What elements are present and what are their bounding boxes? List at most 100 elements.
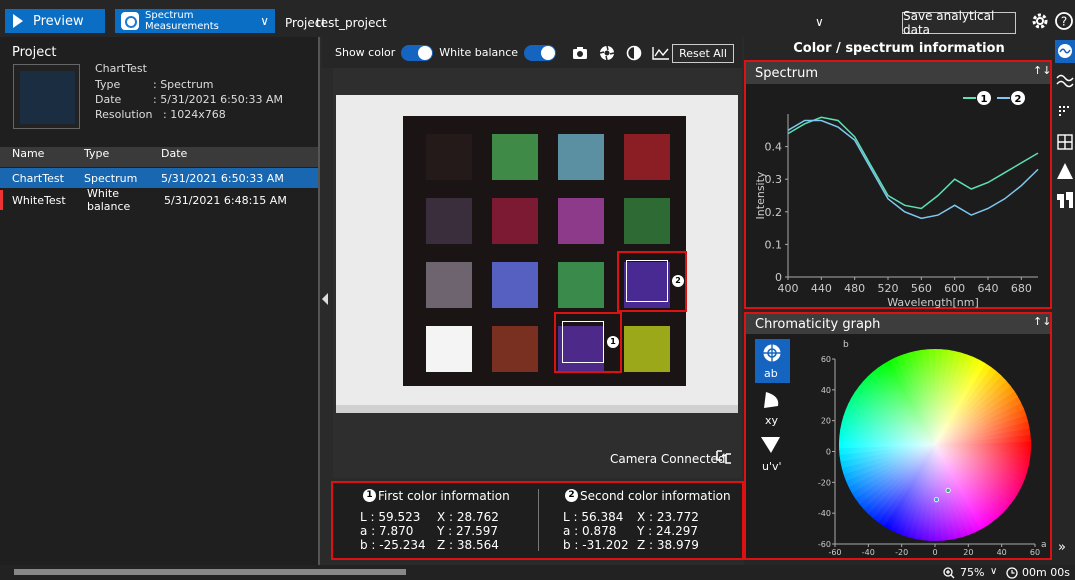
ab-label: ab xyxy=(764,367,778,380)
first-b: b : -25.234 xyxy=(360,538,426,552)
row-date: 5/31/2021 6:48:15 AM xyxy=(164,193,287,207)
color-patch xyxy=(426,134,472,180)
grid-compare-icon[interactable] xyxy=(1057,134,1073,150)
gear-icon[interactable] xyxy=(1030,11,1050,31)
legend-label: 1 xyxy=(981,94,988,105)
column-header-name[interactable]: Name xyxy=(0,147,72,167)
row-name: WhiteTest xyxy=(12,193,66,207)
help-icon[interactable]: ? xyxy=(1054,11,1074,31)
project-info-resolution: : 1024x768 xyxy=(163,108,226,121)
camera-icon[interactable] xyxy=(572,46,588,60)
aperture-icon[interactable] xyxy=(599,45,615,61)
sort-icon[interactable]: ↑↓ xyxy=(1033,315,1051,328)
x-tick-label: 20 xyxy=(963,548,973,557)
y-tick-label: -20 xyxy=(818,478,831,487)
mode-select[interactable]: Spectrum Measurements ∨ xyxy=(115,9,275,33)
clock-icon xyxy=(1006,567,1018,579)
play-icon xyxy=(13,14,23,28)
color-patch xyxy=(492,198,538,244)
x-tick-label: 600 xyxy=(944,282,965,295)
first-L: L : 59.523 xyxy=(360,510,421,524)
color-patch xyxy=(426,198,472,244)
table-row[interactable]: WhiteTest White balance 5/31/2021 6:48:1… xyxy=(0,187,318,213)
camera-hscroll[interactable] xyxy=(336,405,738,413)
chromaticity-chart: -60-40-200204060-60 -40 -20 0 20 40 60ab xyxy=(818,340,1047,557)
row-date: 5/31/2021 6:50:33 AM xyxy=(161,171,284,185)
white-balance-label: White balance xyxy=(439,46,519,59)
color-patch xyxy=(624,134,670,180)
xy-label: xy xyxy=(765,414,779,427)
chevron-down-icon[interactable]: ∨ xyxy=(990,566,997,577)
spectrum-mode-icon xyxy=(121,12,139,30)
y-axis-label: Intensity xyxy=(754,171,767,219)
y-tick-label: 0.2 xyxy=(765,206,783,219)
table-row[interactable]: ChartTest Spectrum 5/31/2021 6:50:33 AM xyxy=(0,168,318,188)
svg-text:?: ? xyxy=(1061,15,1067,29)
expand-right-icon[interactable]: » xyxy=(1058,540,1066,555)
palette-icon[interactable] xyxy=(1056,191,1074,209)
first-Y: Y : 27.597 xyxy=(437,524,498,538)
chroma-point-2 xyxy=(933,497,940,503)
target-icon xyxy=(762,343,782,363)
xy-diagram-icon[interactable] xyxy=(762,390,782,410)
chevron-down-icon[interactable]: ∨ xyxy=(815,15,824,29)
chroma-point-1 xyxy=(945,487,951,494)
y-tick-label: 40 xyxy=(821,386,831,395)
mode-label: Spectrum Measurements xyxy=(145,10,219,32)
elapsed-time: 00m 00s xyxy=(1022,566,1070,579)
selection-handle-box-2[interactable] xyxy=(626,260,668,302)
second-Y: Y : 24.297 xyxy=(637,524,698,538)
selection-handle-box-1[interactable] xyxy=(562,321,604,363)
save-analytical-data-button[interactable]: Save analytical data xyxy=(902,9,1016,37)
second-X: X : 23.772 xyxy=(637,510,699,524)
y-tick-label: 0.1 xyxy=(765,238,783,251)
first-a: a : 7.870 xyxy=(360,524,414,538)
y-tick-label: 0 xyxy=(826,448,831,457)
zoom-level[interactable]: 75% xyxy=(960,566,984,579)
horizontal-scrollbar[interactable] xyxy=(14,569,406,575)
x-tick-label: 520 xyxy=(878,282,899,295)
uv-diagram-icon[interactable] xyxy=(760,435,782,455)
project-select[interactable]: test_project xyxy=(316,16,387,30)
spectrum-chart: 00.10.20.30.4400 440 480 520 560 600 640 680Wav… xyxy=(754,91,1039,308)
x-tick-label: 640 xyxy=(978,282,999,295)
row-type: White balance xyxy=(87,187,131,213)
first-number-badge: 1 xyxy=(363,489,376,502)
white-balance-toggle[interactable] xyxy=(524,44,557,61)
info-divider xyxy=(538,489,539,551)
project-info-resolution-key: Resolution xyxy=(95,108,153,121)
second-b: b : -31.202 xyxy=(563,538,629,552)
color-patch xyxy=(558,198,604,244)
waveform-icon[interactable] xyxy=(1056,72,1074,88)
color-patch xyxy=(624,198,670,244)
x-tick-label: 680 xyxy=(1011,282,1032,295)
preview-button[interactable]: Preview xyxy=(5,9,105,33)
uv-label: u'v' xyxy=(762,460,782,473)
triangle-icon[interactable] xyxy=(1056,162,1074,180)
row-type: Spectrum xyxy=(84,171,138,185)
marker-2: 2 xyxy=(672,275,684,287)
project-info-name: ChartTest xyxy=(95,62,147,75)
show-color-toggle[interactable] xyxy=(401,44,434,61)
y-tick-label: 20 xyxy=(821,417,831,426)
contrast-icon[interactable] xyxy=(626,45,642,61)
legend-label: 2 xyxy=(1015,94,1022,105)
color-patch xyxy=(426,326,472,372)
color-patch xyxy=(492,134,538,180)
chevron-down-icon: ∨ xyxy=(260,14,269,28)
column-header-type[interactable]: Type xyxy=(72,147,149,167)
collapse-left-icon[interactable] xyxy=(320,292,329,306)
y-tick-label: 60 xyxy=(821,355,831,364)
x-tick-label: 560 xyxy=(911,282,932,295)
scatter-icon[interactable] xyxy=(1057,104,1073,120)
reset-all-button[interactable]: Reset All xyxy=(672,44,734,63)
line-chart-icon[interactable] xyxy=(652,46,670,60)
project-thumbnail xyxy=(13,64,80,129)
sort-icon[interactable]: ↑↓ xyxy=(1033,64,1051,77)
project-info-date: : 5/31/2021 6:50:33 AM xyxy=(153,93,284,106)
x-tick-label: 0 xyxy=(932,548,937,557)
x-tick-label: -20 xyxy=(895,548,908,557)
color-patch xyxy=(492,262,538,308)
column-header-date[interactable]: Date xyxy=(149,147,318,167)
zoom-icon[interactable] xyxy=(943,567,955,579)
